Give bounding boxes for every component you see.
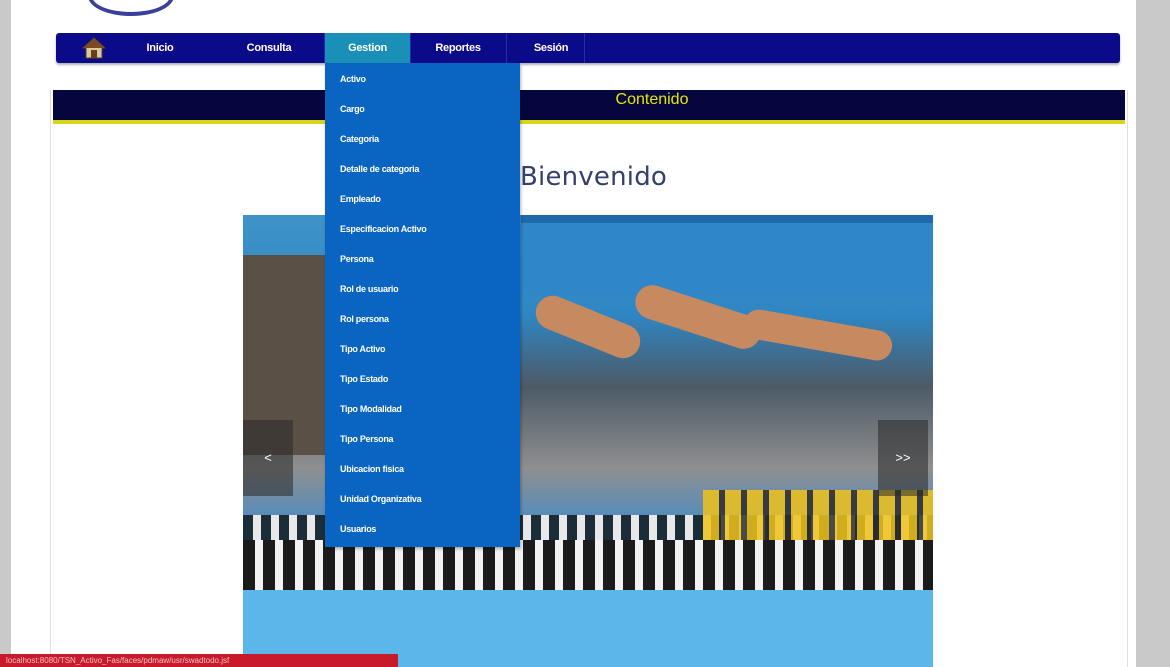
- nav-item-gestion[interactable]: Gestion: [325, 33, 410, 63]
- house-icon[interactable]: [81, 36, 107, 60]
- slide-photo-swimmer: [530, 290, 646, 364]
- left-gutter: [0, 0, 11, 667]
- nav-item-sesion[interactable]: Sesión: [518, 33, 584, 63]
- nav-item-consulta[interactable]: Consulta: [234, 33, 304, 63]
- browser-status-url: localhost:8080/TSN_Activo_Fas/faces/pdma…: [0, 654, 398, 667]
- menu-item-rol-persona[interactable]: Rol persona: [340, 311, 389, 327]
- slider-next-button[interactable]: >>: [878, 420, 928, 496]
- gestion-dropdown-menu: Activo Cargo Categoria Detalle de catego…: [325, 63, 520, 547]
- site-logo: [88, 0, 174, 16]
- nav-separator: [506, 33, 507, 63]
- menu-item-ubicacion-fisica[interactable]: Ubicacion fisica: [340, 461, 404, 477]
- slide-photo-roof-edge: [521, 215, 933, 223]
- menu-item-activo[interactable]: Activo: [340, 71, 366, 87]
- slider-prev-button[interactable]: <: [243, 420, 293, 496]
- slide-photo-roof: [521, 215, 933, 295]
- menu-item-cargo[interactable]: Cargo: [340, 101, 365, 117]
- nav-item-reportes[interactable]: Reportes: [422, 33, 494, 63]
- menu-item-tipo-modalidad[interactable]: Tipo Modalidad: [340, 401, 402, 417]
- menu-item-persona[interactable]: Persona: [340, 251, 374, 267]
- right-gutter: [1136, 0, 1170, 667]
- menu-item-empleado[interactable]: Empleado: [340, 191, 381, 207]
- menu-item-rol-usuario[interactable]: Rol de usuario: [340, 281, 399, 297]
- menu-item-tipo-persona[interactable]: Tipo Persona: [340, 431, 394, 447]
- main-nav: Inicio Consulta Gestion Reportes Sesión: [56, 33, 1120, 63]
- menu-item-tipo-activo[interactable]: Tipo Activo: [340, 341, 386, 357]
- content-header-bar: Contenido: [53, 90, 1125, 124]
- menu-item-especificacion-activo[interactable]: Especificacion Activo: [340, 221, 427, 237]
- nav-separator: [410, 33, 411, 63]
- menu-item-unidad-organizativa[interactable]: Unidad Organizativa: [340, 491, 422, 507]
- menu-item-tipo-estado[interactable]: Tipo Estado: [340, 371, 388, 387]
- nav-separator: [584, 33, 585, 63]
- welcome-heading: Bienvenido: [520, 162, 668, 192]
- menu-item-detalle-categoria[interactable]: Detalle de categoria: [340, 161, 419, 177]
- menu-item-categoria[interactable]: Categoria: [340, 131, 379, 147]
- slide-photo-lane-ropes-front: [243, 540, 933, 590]
- menu-item-usuarios[interactable]: Usuarios: [340, 521, 376, 537]
- nav-item-inicio[interactable]: Inicio: [129, 33, 191, 63]
- content-title: Contenido: [615, 91, 689, 108]
- slide-photo-swimmer: [741, 307, 895, 363]
